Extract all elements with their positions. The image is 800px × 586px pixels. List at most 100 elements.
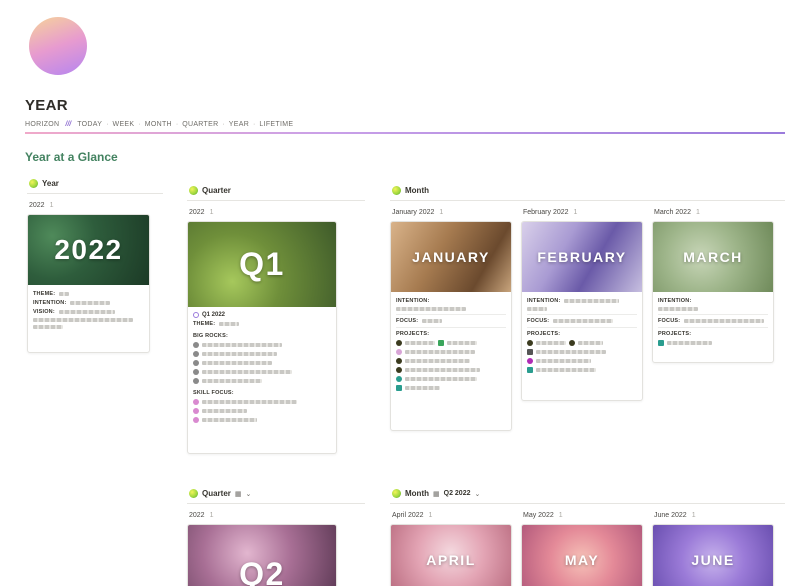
q1-card[interactable]: Q1 Q1 2022 THEME: BIG ROCKS: SKILL FOCUS… (187, 221, 337, 454)
group-name: June 2022 (654, 512, 687, 519)
card-title-text: Q1 2022 (202, 312, 226, 318)
group-name: May 2022 (523, 512, 554, 519)
quarter-icon (193, 312, 199, 318)
view-filter[interactable]: Q2 2022 (444, 490, 471, 497)
cover-title: JANUARY (412, 249, 490, 265)
month-card-may[interactable]: MAY (521, 524, 643, 586)
group-label[interactable]: 2022 1 (189, 512, 213, 519)
card-cover: FEBRUARY (522, 222, 642, 292)
intention-label: INTENTION: (658, 298, 692, 304)
projects-label: PROJECTS: (658, 331, 692, 337)
nav-separator: · (222, 121, 225, 128)
cover-title: Q1 (239, 246, 285, 282)
group-label[interactable]: April 2022 1 (392, 512, 432, 519)
section-title: Year at a Glance (25, 150, 118, 164)
rock-icon (193, 378, 199, 384)
horizon-nav: HORIZON /// TODAY · WEEK · MONTH · QUART… (25, 121, 293, 128)
view-divider (390, 200, 785, 201)
nav-separator: · (175, 121, 179, 128)
nav-week[interactable]: WEEK (113, 121, 135, 128)
view-label: Quarter (202, 489, 231, 498)
group-count: 1 (209, 209, 214, 216)
focus-label: FOCUS: (527, 318, 550, 324)
group-name: February 2022 (523, 209, 569, 216)
group-label[interactable]: February 2022 1 (523, 209, 577, 216)
group-count: 1 (428, 512, 433, 519)
card-cover: JUNE (653, 525, 773, 586)
group-name: 2022 (189, 209, 205, 216)
cover-title: FEBRUARY (537, 249, 627, 265)
nav-slash: /// (65, 121, 72, 128)
nav-quarter[interactable]: QUARTER (182, 121, 218, 128)
nav-separator: · (253, 121, 256, 128)
intention-label: INTENTION: (396, 298, 430, 304)
month-view-header[interactable]: Month (392, 186, 429, 195)
cover-title: MARCH (683, 249, 743, 265)
group-label[interactable]: June 2022 1 (654, 512, 696, 519)
view-label: Quarter (202, 186, 231, 195)
month-view-header-2[interactable]: Month ▦ Q2 2022 ⌄ (392, 489, 480, 498)
month-card-march[interactable]: MARCH INTENTION: FOCUS: PROJECTS: (652, 221, 774, 363)
group-count: 1 (691, 512, 696, 519)
intention-label: INTENTION: (33, 300, 67, 306)
group-count: 1 (209, 512, 214, 519)
cover-title: APRIL (426, 552, 476, 568)
month-card-april[interactable]: APRIL (390, 524, 512, 586)
q2-card[interactable]: Q2 (187, 524, 337, 586)
view-label: Year (42, 179, 59, 188)
card-cover: MAY (522, 525, 642, 586)
group-name: January 2022 (392, 209, 435, 216)
cover-title: JUNE (691, 552, 735, 568)
month-card-january[interactable]: JANUARY INTENTION: FOCUS: PROJECTS: (390, 221, 512, 431)
page-title: YEAR (25, 97, 68, 114)
view-divider (187, 503, 365, 504)
rock-icon (193, 369, 199, 375)
month-card-february[interactable]: FEBRUARY INTENTION: FOCUS: PROJECTS: (521, 221, 643, 401)
focus-label: FOCUS: (396, 318, 419, 324)
rock-icon (193, 351, 199, 357)
sparkle-icon (193, 399, 199, 405)
view-divider (390, 503, 785, 504)
rock-icon (193, 360, 199, 366)
group-label[interactable]: March 2022 1 (654, 209, 700, 216)
rock-icon (193, 342, 199, 348)
year-card[interactable]: 2022 THEME: INTENTION: VISION: (27, 214, 150, 353)
intention-label: INTENTION: (527, 298, 561, 304)
sparkle-icon (193, 408, 199, 414)
group-label[interactable]: January 2022 1 (392, 209, 443, 216)
nav-separator: · (138, 121, 141, 128)
card-cover: APRIL (391, 525, 511, 586)
big-rocks-label: BIG ROCKS: (193, 333, 228, 339)
group-label[interactable]: May 2022 1 (523, 512, 563, 519)
group-count: 1 (558, 512, 563, 519)
nav-month[interactable]: MONTH (145, 121, 172, 128)
group-name: 2022 (189, 512, 205, 519)
cover-title: MAY (564, 552, 600, 568)
group-name: March 2022 (654, 209, 691, 216)
chevron-down-icon[interactable]: ⌄ (246, 490, 252, 498)
month-card-june[interactable]: JUNE (652, 524, 774, 586)
gallery-icon[interactable]: ▦ (433, 490, 440, 498)
group-label[interactable]: 2022 1 (189, 209, 213, 216)
group-label[interactable]: 2022 1 (29, 202, 53, 209)
nav-divider (25, 132, 785, 134)
card-cover: 2022 (28, 215, 149, 285)
year-view-header[interactable]: Year (29, 179, 59, 188)
gallery-icon[interactable]: ▦ (235, 490, 242, 498)
nav-year[interactable]: YEAR (229, 121, 249, 128)
projects-label: PROJECTS: (396, 331, 430, 337)
card-cover: MARCH (653, 222, 773, 292)
nav-horizon[interactable]: HORIZON (25, 121, 59, 128)
quarter-view-header[interactable]: Quarter (189, 186, 231, 195)
quarter-view-header-2[interactable]: Quarter ▦ ⌄ (189, 489, 251, 498)
nav-lifetime[interactable]: LIFETIME (259, 121, 293, 128)
theme-label: THEME: (193, 321, 216, 327)
chevron-down-icon[interactable]: ⌄ (474, 490, 480, 498)
card-cover: Q2 (188, 525, 336, 586)
nav-separator: · (106, 121, 109, 128)
db-view-icon (29, 179, 38, 188)
skill-focus-label: SKILL FOCUS: (193, 390, 234, 396)
view-label: Month (405, 489, 429, 498)
group-count: 1 (439, 209, 444, 216)
nav-today[interactable]: TODAY (77, 121, 102, 128)
